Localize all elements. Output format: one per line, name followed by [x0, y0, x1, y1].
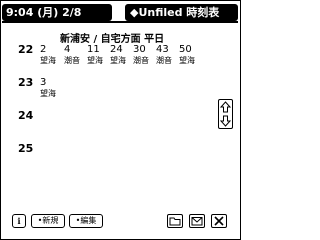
- departure-entry[interactable]: 4 潮音: [64, 44, 86, 66]
- departure-destination: 潮音: [64, 56, 80, 65]
- folder-icon: [169, 217, 181, 226]
- route-heading: 新浦安 / 自宅方面 平日: [60, 34, 165, 45]
- departure-minute: 50: [179, 44, 192, 55]
- departure-minute: 4: [64, 44, 71, 55]
- new-button[interactable]: •新規: [31, 214, 65, 228]
- departure-minute: 24: [110, 44, 123, 55]
- edit-button[interactable]: •編集: [69, 214, 103, 228]
- close-icon: [214, 216, 224, 226]
- hour-label: 25: [18, 142, 34, 155]
- hour-label: 23: [18, 76, 34, 89]
- departure-destination: 潮音: [133, 56, 149, 65]
- departure-minute: 3: [40, 77, 47, 88]
- departure-destination: 望海: [40, 56, 56, 65]
- category-selector[interactable]: ◆Unfiled 時刻表: [125, 4, 238, 21]
- departure-minute: 11: [87, 44, 100, 55]
- departure-entry[interactable]: 24 望海: [110, 44, 132, 66]
- departure-entry[interactable]: 2 望海: [40, 44, 62, 66]
- departure-entry[interactable]: 11 望海: [87, 44, 109, 66]
- departure-minute: 2: [40, 44, 47, 55]
- departure-minute: 30: [133, 44, 146, 55]
- departure-destination: 潮音: [156, 56, 172, 65]
- title-divider: [2, 21, 238, 23]
- hour-label: 22: [18, 43, 34, 56]
- folder-button[interactable]: [167, 214, 183, 228]
- departure-destination: 望海: [179, 56, 195, 65]
- mail-icon: [191, 217, 203, 226]
- info-button[interactable]: i: [12, 214, 26, 228]
- mail-button[interactable]: [189, 214, 205, 228]
- departure-destination: 望海: [110, 56, 126, 65]
- departure-minute: 43: [156, 44, 169, 55]
- departure-entry[interactable]: 43 潮音: [156, 44, 178, 66]
- info-icon: i: [17, 216, 21, 226]
- departure-entry[interactable]: 30 潮音: [133, 44, 155, 66]
- hour-label: 24: [18, 109, 34, 122]
- close-button[interactable]: [211, 214, 227, 228]
- scroll-down-icon[interactable]: [219, 115, 232, 128]
- departure-entry[interactable]: 50 望海: [179, 44, 201, 66]
- scroll-control: [218, 99, 233, 129]
- scroll-up-icon[interactable]: [219, 101, 232, 114]
- departure-entry[interactable]: 3 望海: [40, 77, 62, 99]
- title-bar: 9:04 (月) 2/8 ◆Unfiled 時刻表: [1, 1, 240, 23]
- departure-destination: 望海: [87, 56, 103, 65]
- departure-destination: 望海: [40, 89, 56, 98]
- datetime-label: 9:04 (月) 2/8: [2, 4, 112, 21]
